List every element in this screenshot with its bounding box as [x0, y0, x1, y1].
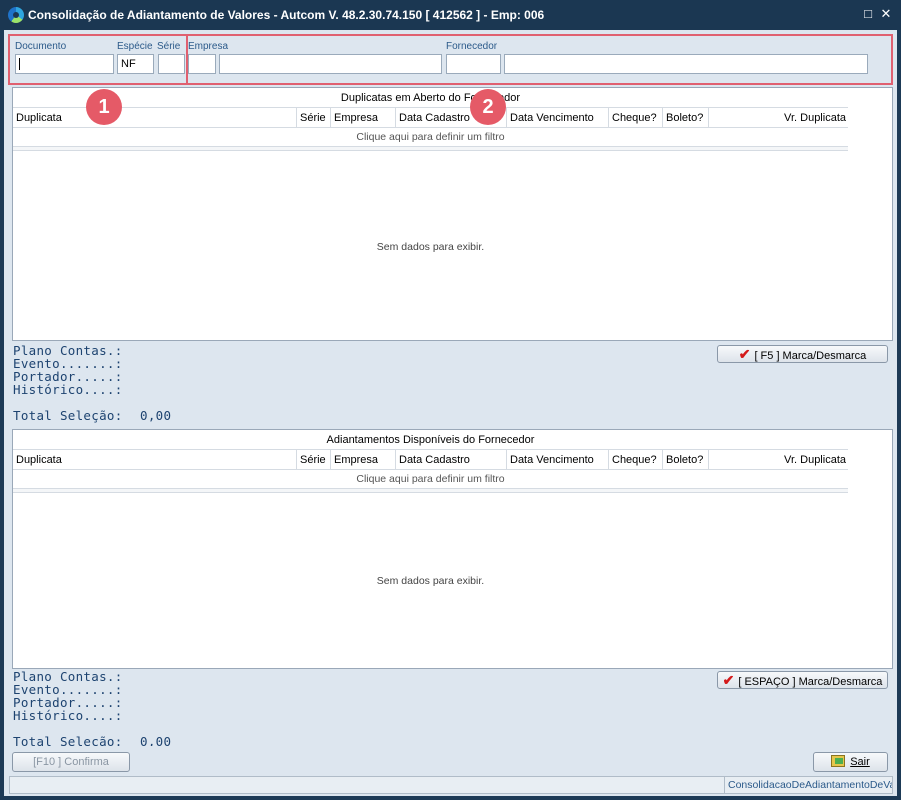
- exit-icon: [831, 755, 846, 767]
- maximize-icon[interactable]: □: [861, 7, 875, 21]
- info-panel-adiantamentos: Plano Contas.: Evento.......: Portador..…: [12, 669, 893, 749]
- status-form-name: ConsolidacaoDeAdiantamentoDeVal: [724, 777, 892, 793]
- total-selecao-label: Total Seleção:: [13, 408, 123, 423]
- close-icon[interactable]: ✕: [879, 7, 893, 21]
- annotation-badge-1: 1: [86, 89, 122, 125]
- app-logo-icon: [8, 7, 24, 23]
- marca-desmarca-f5-button[interactable]: ✔[ F5 ] Marca/Desmarca: [717, 345, 888, 363]
- annotation-badge-2: 2: [470, 89, 506, 125]
- highlight-box-filters: [8, 34, 893, 85]
- filter-row[interactable]: Clique aqui para definir um filtro: [13, 470, 848, 488]
- col-empresa[interactable]: Empresa: [331, 450, 396, 470]
- col-cheque[interactable]: Cheque?: [609, 450, 663, 470]
- empty-message: Sem dados para exibir.: [376, 241, 485, 253]
- filter-separator: [13, 146, 848, 151]
- historico-label: Histórico....:: [13, 708, 123, 723]
- col-serie[interactable]: Série: [297, 450, 331, 470]
- col-cheque[interactable]: Cheque?: [609, 108, 663, 128]
- col-data-cadastro[interactable]: Data Cadastro: [396, 450, 507, 470]
- total-selecao-value: 0,00: [140, 408, 172, 423]
- col-data-vencimento[interactable]: Data Vencimento: [507, 450, 609, 470]
- col-vr-duplicata[interactable]: Vr. Duplicata: [709, 450, 848, 470]
- status-bar: ConsolidacaoDeAdiantamentoDeVal: [9, 776, 893, 794]
- info-panel-duplicatas: Plano Contas.: Evento.......: Portador..…: [12, 341, 893, 423]
- col-vr-duplicata[interactable]: Vr. Duplicata: [709, 108, 848, 128]
- col-duplicata[interactable]: Duplicata: [13, 450, 297, 470]
- col-empresa[interactable]: Empresa: [331, 108, 396, 128]
- filter-bar: Documento Espécie NF Série Empresa Forne…: [4, 30, 897, 86]
- title-bar[interactable]: Consolidação de Adiantamento de Valores …: [0, 0, 901, 30]
- col-boleto[interactable]: Boleto?: [663, 108, 709, 128]
- col-boleto[interactable]: Boleto?: [663, 450, 709, 470]
- confirm-button[interactable]: [F10 ] Confirma: [12, 752, 130, 772]
- checkmark-icon: ✔: [738, 346, 751, 362]
- window-title: Consolidação de Adiantamento de Valores …: [28, 8, 545, 22]
- col-serie[interactable]: Série: [297, 108, 331, 128]
- filter-separator: [13, 488, 848, 493]
- grid-header: Duplicata Série Empresa Data Cadastro Da…: [13, 108, 848, 128]
- marca-desmarca-espaco-button[interactable]: ✔[ ESPAÇO ] Marca/Desmarca: [717, 671, 888, 689]
- exit-button[interactable]: Sair: [813, 752, 888, 772]
- grid-adiantamentos: Adiantamentos Disponíveis do Fornecedor …: [12, 429, 893, 669]
- checkmark-icon: ✔: [722, 672, 735, 688]
- grid-title: Duplicatas em Aberto do Fornecedor: [13, 88, 848, 108]
- app-window: Consolidação de Adiantamento de Valores …: [0, 0, 901, 800]
- grid-title: Adiantamentos Disponíveis do Fornecedor: [13, 430, 848, 450]
- filter-row[interactable]: Clique aqui para definir um filtro: [13, 128, 848, 146]
- client-area: Documento Espécie NF Série Empresa Forne…: [4, 30, 897, 796]
- historico-label: Histórico....:: [13, 382, 123, 397]
- col-duplicata[interactable]: Duplicata: [13, 108, 297, 128]
- col-data-vencimento[interactable]: Data Vencimento: [507, 108, 609, 128]
- grid-duplicatas: Duplicatas em Aberto do Fornecedor Dupli…: [12, 87, 893, 341]
- grid-header: Duplicata Série Empresa Data Cadastro Da…: [13, 450, 848, 470]
- empty-message: Sem dados para exibir.: [376, 575, 485, 587]
